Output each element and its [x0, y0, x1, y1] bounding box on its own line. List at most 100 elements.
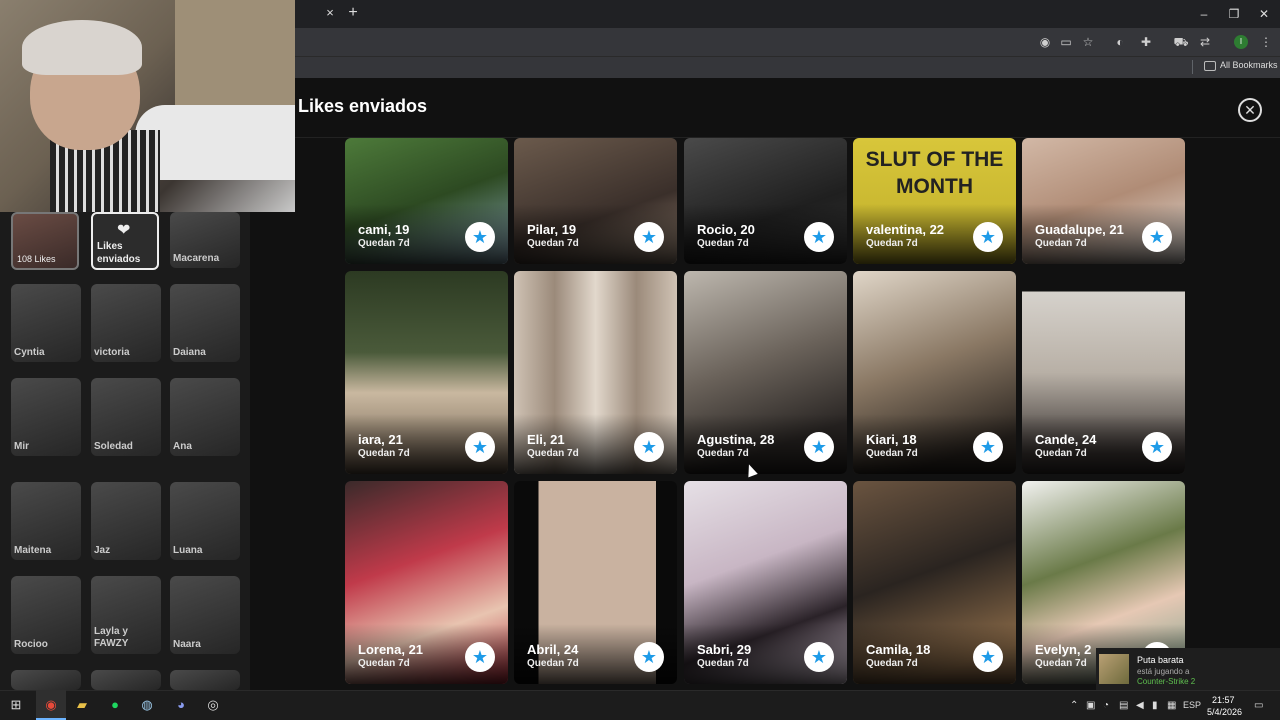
- star-icon[interactable]: ★: [1142, 432, 1172, 462]
- likes-sent-tile[interactable]: ❤ Likes enviados: [91, 212, 159, 270]
- heart-icon: ❤: [117, 222, 131, 239]
- card-name: Agustina, 28: [697, 432, 775, 447]
- sidebar-match-mir[interactable]: Mir: [11, 378, 81, 456]
- clock-time[interactable]: 21:57: [1212, 695, 1235, 705]
- spotify-icon[interactable]: ●: [107, 697, 123, 713]
- star-icon[interactable]: ★: [804, 642, 834, 672]
- close-window-button[interactable]: ✕: [1254, 6, 1274, 22]
- sidebar-match-rocioo[interactable]: Rocioo: [11, 576, 81, 654]
- sidebar-match-daiana[interactable]: Daiana: [170, 284, 240, 362]
- card-name: Lorena, 21: [358, 642, 424, 657]
- menu-icon[interactable]: ⋮: [1258, 34, 1274, 50]
- profile-card[interactable]: Guadalupe, 21 Quedan 7d ★: [1022, 138, 1185, 264]
- sidebar-match-jaz[interactable]: Jaz: [91, 482, 161, 560]
- sidebar-match-tile[interactable]: [91, 670, 161, 690]
- star-icon[interactable]: ★: [634, 642, 664, 672]
- sidebar-match-cyntia[interactable]: Cyntia: [11, 284, 81, 362]
- webcam-overlay: [0, 0, 295, 212]
- sidebar-match-soledad[interactable]: Soledad: [91, 378, 161, 456]
- minimize-button[interactable]: –: [1194, 6, 1214, 22]
- profile-avatar[interactable]: I: [1234, 35, 1248, 49]
- shopping-icon[interactable]: ⛟: [1173, 34, 1189, 50]
- sidebar-match-tile[interactable]: [11, 670, 81, 690]
- profile-card[interactable]: cami, 19 Quedan 7d ★: [345, 138, 508, 264]
- card-name: valentina, 22: [866, 222, 945, 237]
- puzzle-icon[interactable]: ✚: [1138, 34, 1154, 50]
- profile-card[interactable]: Eli, 21 Quedan 7d ★: [514, 271, 677, 474]
- star-icon[interactable]: ★: [634, 432, 664, 462]
- windows-icon[interactable]: ⊞: [8, 697, 24, 713]
- discord-icon[interactable]: ◕: [173, 697, 189, 713]
- star-icon[interactable]: ★: [465, 222, 495, 252]
- sidebar-match-maitena[interactable]: Maitena: [11, 482, 81, 560]
- sidebar-match-naara[interactable]: Naara: [170, 576, 240, 654]
- star-icon[interactable]: ★: [973, 432, 1003, 462]
- profile-card[interactable]: Cande, 24 Quedan 7d ★: [1022, 271, 1185, 474]
- profile-card[interactable]: Agustina, 28 Quedan 7d ★: [684, 271, 847, 474]
- sidebar-match-ana[interactable]: Ana: [170, 378, 240, 456]
- volume-icon[interactable]: ◀: [1136, 700, 1144, 711]
- card-name: Guadalupe, 21: [1035, 222, 1124, 237]
- sidebar-match-layla[interactable]: Layla y FAWZY: [91, 576, 161, 654]
- network-icon[interactable]: ▦: [1167, 700, 1176, 711]
- profile-card[interactable]: Lorena, 21 Quedan 7d ★: [345, 481, 508, 684]
- card-name: cami, 19: [358, 222, 410, 237]
- restore-button[interactable]: ❐: [1224, 6, 1244, 22]
- cast-icon[interactable]: ▭: [1058, 34, 1074, 50]
- close-icon[interactable]: ✕: [1238, 98, 1262, 122]
- profile-card[interactable]: Camila, 18 Quedan 7d ★: [853, 481, 1016, 684]
- sidebar-match-luana[interactable]: Luana: [170, 482, 240, 560]
- likes-received-tile[interactable]: 108 Likes: [11, 212, 79, 270]
- profile-card[interactable]: SLUT OF THE MONTH valentina, 22 Quedan 7…: [853, 138, 1016, 264]
- microphone-icon[interactable]: ▮: [1152, 700, 1158, 711]
- notifications-icon[interactable]: ▭: [1254, 700, 1263, 711]
- card-expiry: Quedan 7d: [358, 238, 410, 249]
- profile-card[interactable]: Abril, 24 Quedan 7d ★: [514, 481, 677, 684]
- webcam-person-hair: [22, 20, 142, 75]
- bookmark-star-icon[interactable]: ☆: [1080, 34, 1096, 50]
- tray-app-icon[interactable]: ▣: [1086, 700, 1095, 711]
- sidebar-match-victoria[interactable]: victoria: [91, 284, 161, 362]
- clock-date[interactable]: 5/4/2026: [1207, 707, 1242, 717]
- obs-icon[interactable]: ◎: [205, 697, 221, 713]
- sidebar-match-tile[interactable]: [170, 670, 240, 690]
- tray-app-icon[interactable]: ◔: [1103, 700, 1109, 711]
- card-name: Kiari, 18: [866, 432, 917, 447]
- location-icon[interactable]: ◉: [1037, 34, 1053, 50]
- profile-card[interactable]: Kiari, 18 Quedan 7d ★: [853, 271, 1016, 474]
- chrome-icon[interactable]: ◉: [43, 697, 59, 713]
- card-expiry: Quedan 7d: [697, 658, 749, 669]
- card-expiry: Quedan 7d: [697, 238, 749, 249]
- card-expiry: Quedan 7d: [527, 658, 579, 669]
- folder-icon: [1204, 61, 1216, 71]
- notification-avatar: [1099, 654, 1129, 684]
- sidebar-match-macarena[interactable]: Macarena: [170, 212, 240, 268]
- all-bookmarks-link[interactable]: All Bookmarks: [1220, 60, 1278, 70]
- tab-close-icon[interactable]: ×: [322, 5, 338, 21]
- likes-count-label: 108 Likes: [17, 254, 56, 264]
- star-icon[interactable]: ★: [465, 432, 495, 462]
- extension-icon[interactable]: ◐: [1112, 34, 1128, 50]
- profile-card[interactable]: Pilar, 19 Quedan 7d ★: [514, 138, 677, 264]
- match-name: Ana: [173, 441, 192, 452]
- language-indicator[interactable]: ESP: [1183, 700, 1201, 710]
- card-name: Abril, 24: [527, 642, 579, 657]
- star-icon[interactable]: ★: [973, 222, 1003, 252]
- tray-chevron-icon[interactable]: ⌃: [1070, 700, 1078, 711]
- folder-icon[interactable]: ▰: [74, 697, 90, 713]
- notification-line2: Counter-Strike 2: [1137, 677, 1196, 686]
- card-expiry: Quedan 7d: [527, 448, 579, 459]
- profile-card[interactable]: iara, 21 Quedan 7d ★: [345, 271, 508, 474]
- new-tab-button[interactable]: +: [344, 4, 362, 22]
- star-icon[interactable]: ★: [804, 222, 834, 252]
- star-icon[interactable]: ★: [804, 432, 834, 462]
- profile-card[interactable]: Sabri, 29 Quedan 7d ★: [684, 481, 847, 684]
- translate-icon[interactable]: ⇄: [1197, 34, 1213, 50]
- star-icon[interactable]: ★: [465, 642, 495, 672]
- profile-card[interactable]: Rocio, 20 Quedan 7d ★: [684, 138, 847, 264]
- tray-app-icon[interactable]: ▤: [1119, 700, 1128, 711]
- star-icon[interactable]: ★: [973, 642, 1003, 672]
- steam-icon[interactable]: ◍: [139, 697, 155, 713]
- star-icon[interactable]: ★: [1142, 222, 1172, 252]
- star-icon[interactable]: ★: [634, 222, 664, 252]
